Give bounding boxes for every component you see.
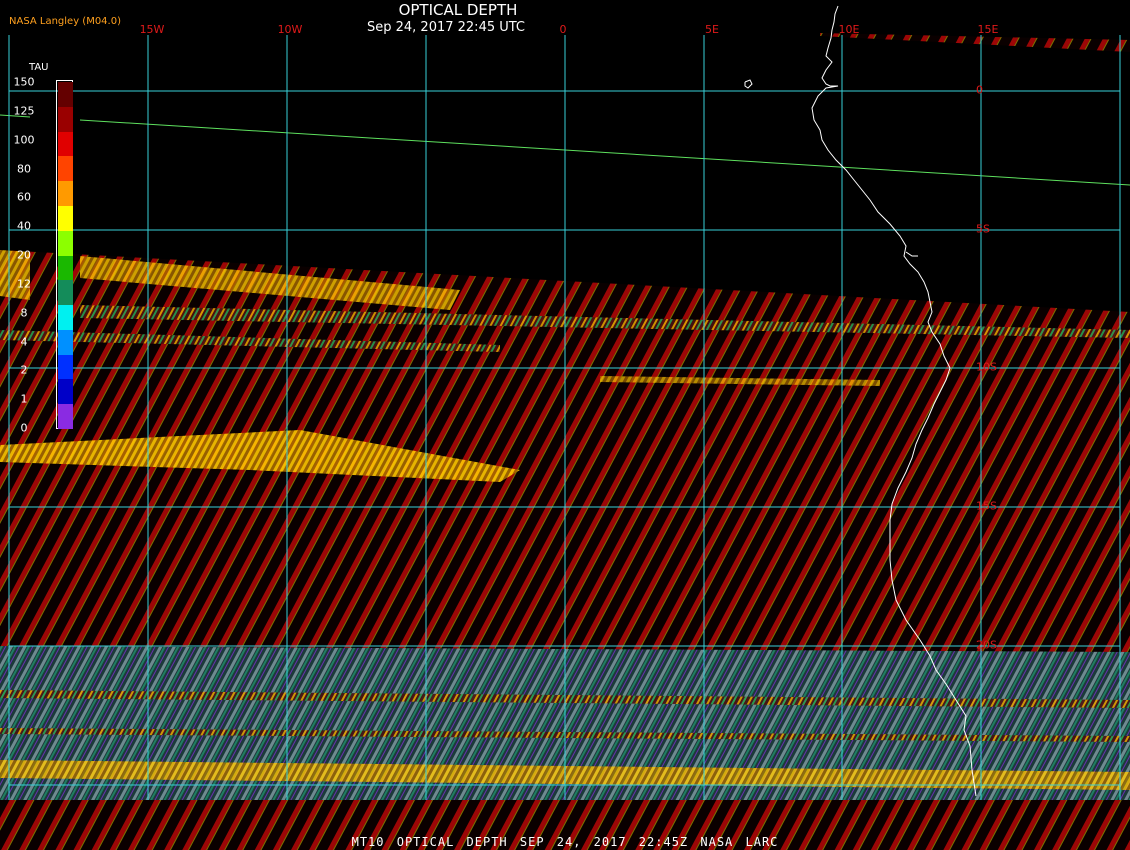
longitude-label-5e: 5E xyxy=(705,23,719,36)
legend-tick: 1 xyxy=(20,392,28,406)
longitude-label-10w: 10W xyxy=(277,23,303,36)
legend-swatch xyxy=(58,379,73,405)
legend-swatch xyxy=(58,131,73,157)
legend-tick: 4 xyxy=(20,335,28,348)
longitude-label-0: 0 xyxy=(559,23,567,36)
legend-swatch xyxy=(58,280,73,306)
legend-swatch xyxy=(58,82,73,107)
gabon-estuary xyxy=(905,251,918,257)
legend-swatch xyxy=(58,255,73,281)
product-credit: NASA Langley (M04.0) xyxy=(9,16,121,27)
bottom-caption: MT10 OPTICAL DEPTH SEP 24, 2017 22:45Z N… xyxy=(351,835,779,849)
latitude-label-20s: 20S xyxy=(976,638,997,652)
legend-tick: 60 xyxy=(17,190,31,204)
latitude-label-5s: 5S xyxy=(976,222,990,236)
upper-right-swath xyxy=(820,33,1130,52)
map-timestamp: Sep 24, 2017 22:45 UTC xyxy=(366,20,526,35)
legend-title: TAU xyxy=(29,62,49,73)
bioko-island xyxy=(744,79,753,89)
legend-swatch xyxy=(58,329,73,355)
legend-tick: 80 xyxy=(17,162,31,175)
longitude-label-15w: 15W xyxy=(139,23,165,36)
legend-tick: 100 xyxy=(13,133,35,147)
legend-swatch xyxy=(58,305,73,331)
legend-tick: 2 xyxy=(20,363,28,377)
latitude-label-10s: 10S xyxy=(976,360,997,374)
legend-swatch xyxy=(58,156,73,182)
legend-tick: 150 xyxy=(13,75,35,89)
optical-depth-map xyxy=(0,5,1130,850)
legend-tick: 0 xyxy=(20,421,28,435)
legend-tick: 8 xyxy=(20,306,28,320)
longitude-label-15e: 15E xyxy=(977,23,999,36)
legend-tick: 40 xyxy=(17,219,31,233)
latitude-label-0: 0 xyxy=(976,83,983,97)
legend-tick: 12 xyxy=(17,277,31,291)
legend-swatch xyxy=(58,181,73,207)
legend-swatch xyxy=(58,354,73,380)
satellite-map-view: OPTICAL DEPTH Sep 24, 2017 22:45 UTC NAS… xyxy=(0,0,1130,850)
legend-tick: 20 xyxy=(17,248,31,262)
legend-swatch xyxy=(58,404,73,430)
latitude-label-15s: 15S xyxy=(976,499,997,513)
legend-swatch xyxy=(58,230,73,256)
legend-swatch xyxy=(58,205,73,231)
legend-swatch xyxy=(58,106,73,132)
longitude-label-10e: 10E xyxy=(838,23,860,36)
legend-tick: 125 xyxy=(13,104,35,118)
color-scale-legend xyxy=(56,80,73,430)
map-title: OPTICAL DEPTH xyxy=(398,1,518,19)
